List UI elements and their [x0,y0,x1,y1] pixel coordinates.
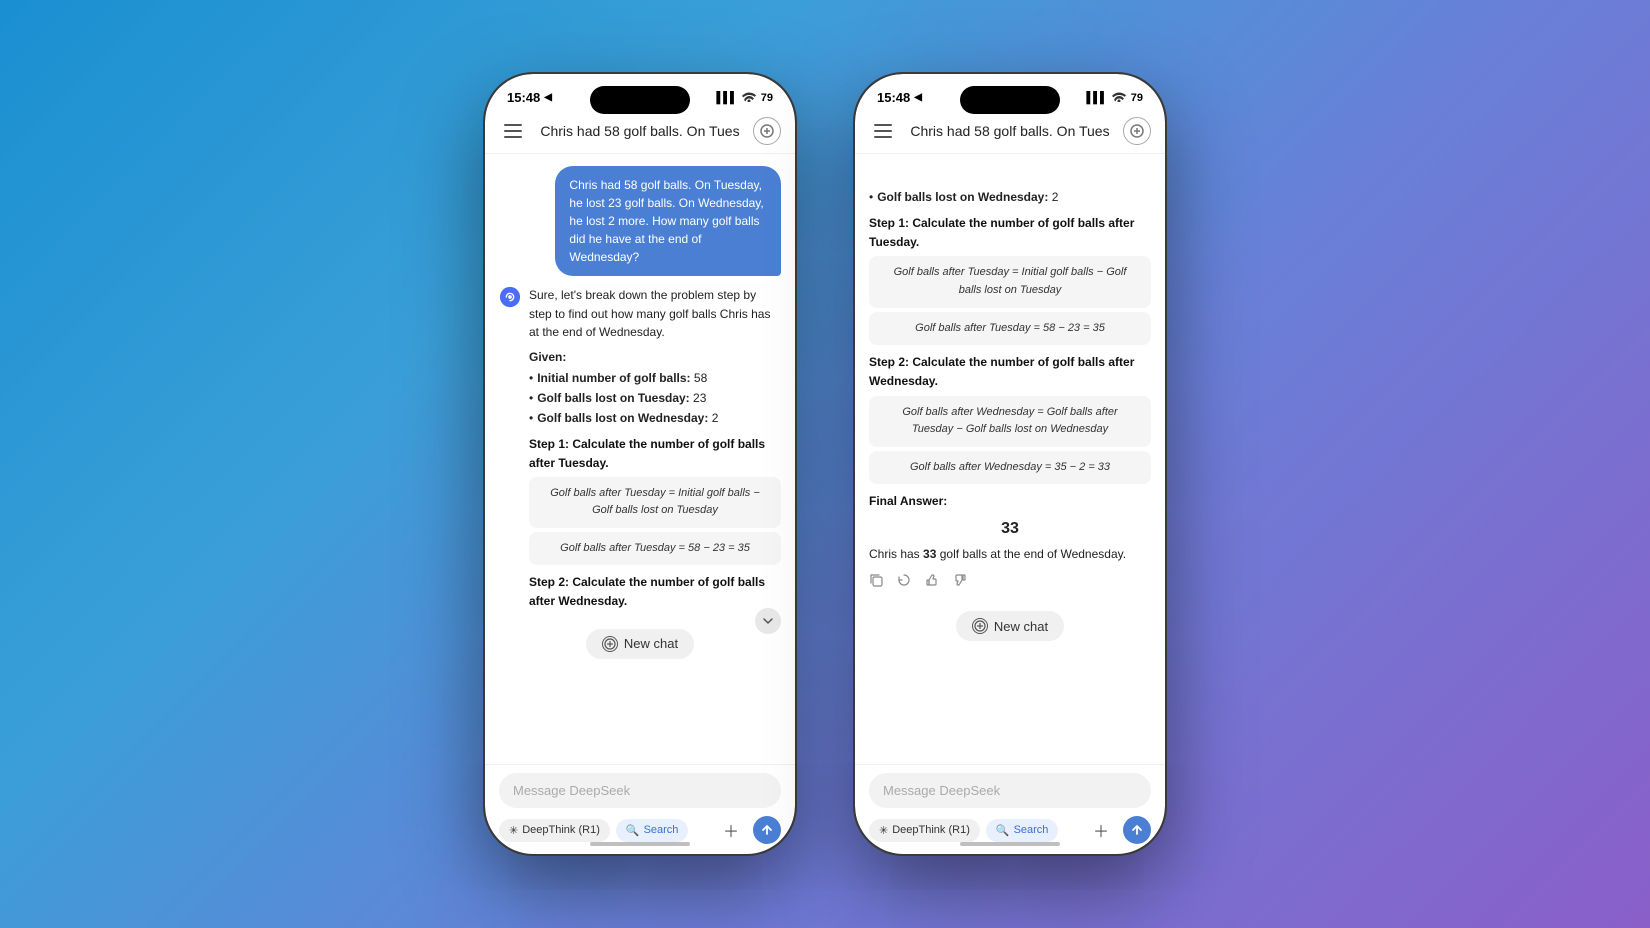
bottom-bar-1: Message DeepSeek ✳ DeepThink (R1) 🔍 Sear… [485,764,795,854]
home-indicator-1 [590,842,690,846]
step1-formula2-2: Golf balls after Tuesday = 58 − 23 = 35 [869,312,1151,346]
new-chat-label-1: New chat [624,636,678,651]
new-chat-button-1[interactable]: New chat [586,629,694,659]
toolbar-right-2: ＋ [1087,816,1151,844]
menu-icon-1[interactable] [499,117,527,145]
deepthink-chip-2[interactable]: ✳ DeepThink (R1) [869,819,980,842]
scroll-down-btn-1[interactable] [755,608,781,634]
signal-icon-1: ▌▌▌ [716,92,736,104]
deepthink-icon-2: ✳ [879,824,888,837]
search-label-1: Search [644,824,679,836]
feedback-copy-icon[interactable] [869,571,883,593]
new-chat-button-2[interactable]: New chat [956,611,1064,641]
time-display-1: 15:48 [507,90,540,105]
bottom-bar-2: Message DeepSeek ✳ DeepThink (R1) 🔍 Sear… [855,764,1165,854]
new-chat-icon-1[interactable] [753,117,781,145]
step2-formula2-2: Golf balls after Wednesday = 35 − 2 = 33 [869,451,1151,485]
dynamic-island-2 [960,86,1060,114]
plus-button-2[interactable]: ＋ [1087,816,1115,844]
location-icon-1: ◀ [544,92,552,103]
header-title-1: Chris had 58 golf balls. On Tues [527,123,753,139]
step1-formula1-1: Golf balls after Tuesday = Initial golf … [529,477,781,528]
message-input-2[interactable]: Message DeepSeek [869,773,1151,808]
phone-2: 15:48 ◀ ▌▌▌ 79 Chris had [855,74,1165,854]
ai-avatar-1 [499,286,521,308]
feedback-retry-icon[interactable] [897,571,911,593]
given-label-1: Given: [529,348,781,367]
search-chip-icon-1: 🔍 [626,824,640,837]
ai-header-1: Sure, let's break down the problem step … [499,286,781,615]
plus-button-1[interactable]: ＋ [717,816,745,844]
bullet-3: • Golf balls lost on Wednesday: 2 [529,409,781,427]
ai-response-1: Sure, let's break down the problem step … [499,286,781,615]
deepthink-label-1: DeepThink (R1) [522,824,600,836]
app-header-1: Chris had 58 golf balls. On Tues [485,109,795,154]
signal-icon-2: ▌▌▌ [1086,92,1106,104]
bullet-1: • Initial number of golf balls: 58 [529,369,781,387]
deepthink-label-2: DeepThink (R1) [892,824,970,836]
scrolled-content-2: • Golf balls lost on Wednesday: Golf bal… [869,166,1151,593]
feedback-thumbup-icon[interactable] [925,571,939,593]
answer-text-2: Chris has 33 golf balls at the end of We… [869,545,1151,563]
phone-1-body: 15:48 ◀ ▌▌▌ 79 Chris had [485,74,795,854]
phone-1: 15:48 ◀ ▌▌▌ 79 Chris had [485,74,795,854]
feedback-row-2 [869,571,1151,593]
chat-area-2: • Golf balls lost on Wednesday: Golf bal… [855,154,1165,764]
status-time-2: 15:48 ◀ [877,90,922,105]
user-message-1: Chris had 58 golf balls. On Tuesday, he … [555,166,781,276]
new-chat-btn-icon-2 [972,618,988,634]
search-chip-1[interactable]: 🔍 Search [616,819,689,842]
status-icons-1: ▌▌▌ 79 [716,91,773,105]
toolbar-left-1: ✳ DeepThink (R1) 🔍 Search [499,819,688,842]
message-input-1[interactable]: Message DeepSeek [499,773,781,808]
answer-number-2: 33 [869,516,1151,542]
deepthink-icon-1: ✳ [509,824,518,837]
search-label-2: Search [1014,824,1049,836]
bullet-2: • Golf balls lost on Tuesday: 23 [529,389,781,407]
location-icon-2: ◀ [914,92,922,103]
status-time-1: 15:48 ◀ [507,90,552,105]
send-button-1[interactable] [753,816,781,844]
phone-2-screen: 15:48 ◀ ▌▌▌ 79 Chris had [855,74,1165,854]
new-chat-icon-2[interactable] [1123,117,1151,145]
wifi-icon-1 [742,91,756,105]
send-button-2[interactable] [1123,816,1151,844]
ai-intro-text-1: Sure, let's break down the problem step … [529,286,781,615]
given-section-1: Given: • Initial number of golf balls: 5… [529,348,781,428]
status-icons-2: ▌▌▌ 79 [1086,91,1143,105]
battery-display-2: 79 [1131,92,1143,104]
step2-heading-2: Step 2: Calculate the number of golf bal… [869,353,1151,391]
final-answer-label-2: Final Answer: [869,492,1151,511]
phone-1-screen: 15:48 ◀ ▌▌▌ 79 Chris had [485,74,795,854]
search-chip-2[interactable]: 🔍 Search [986,819,1059,842]
chat-area-1: Chris had 58 golf balls. On Tuesday, he … [485,154,795,764]
app-header-2: Chris had 58 golf balls. On Tues [855,109,1165,154]
step2-heading-1: Step 2: Calculate the number of golf bal… [529,573,781,610]
toolbar-left-2: ✳ DeepThink (R1) 🔍 Search [869,819,1058,842]
new-chat-label-2: New chat [994,619,1048,634]
new-chat-btn-icon-1 [602,636,618,652]
menu-icon-2[interactable] [869,117,897,145]
continued-bullet-2: • Golf balls lost on Wednesday: Golf bal… [869,188,1151,206]
step1-heading-2: Step 1: Calculate the number of golf bal… [869,214,1151,252]
deepthink-chip-1[interactable]: ✳ DeepThink (R1) [499,819,610,842]
step1-formula2-1: Golf balls after Tuesday = 58 − 23 = 35 [529,532,781,566]
new-chat-btn-area-2: New chat [869,611,1151,641]
time-display-2: 15:48 [877,90,910,105]
dynamic-island-1 [590,86,690,114]
search-chip-icon-2: 🔍 [996,824,1010,837]
step1-formula1-2: Golf balls after Tuesday = Initial golf … [869,256,1151,307]
feedback-thumbdown-icon[interactable] [953,571,967,593]
new-chat-btn-area-1: New chat [499,629,781,659]
step2-formula1-2: Golf balls after Wednesday = Golf balls … [869,396,1151,447]
header-title-2: Chris had 58 golf balls. On Tues [897,123,1123,139]
step1-heading-1: Step 1: Calculate the number of golf bal… [529,435,781,472]
toolbar-row-1: ✳ DeepThink (R1) 🔍 Search ＋ [499,816,781,844]
toolbar-right-1: ＋ [717,816,781,844]
home-indicator-2 [960,842,1060,846]
toolbar-row-2: ✳ DeepThink (R1) 🔍 Search ＋ [869,816,1151,844]
battery-display-1: 79 [761,92,773,104]
wifi-icon-2 [1112,91,1126,105]
phone-2-body: 15:48 ◀ ▌▌▌ 79 Chris had [855,74,1165,854]
